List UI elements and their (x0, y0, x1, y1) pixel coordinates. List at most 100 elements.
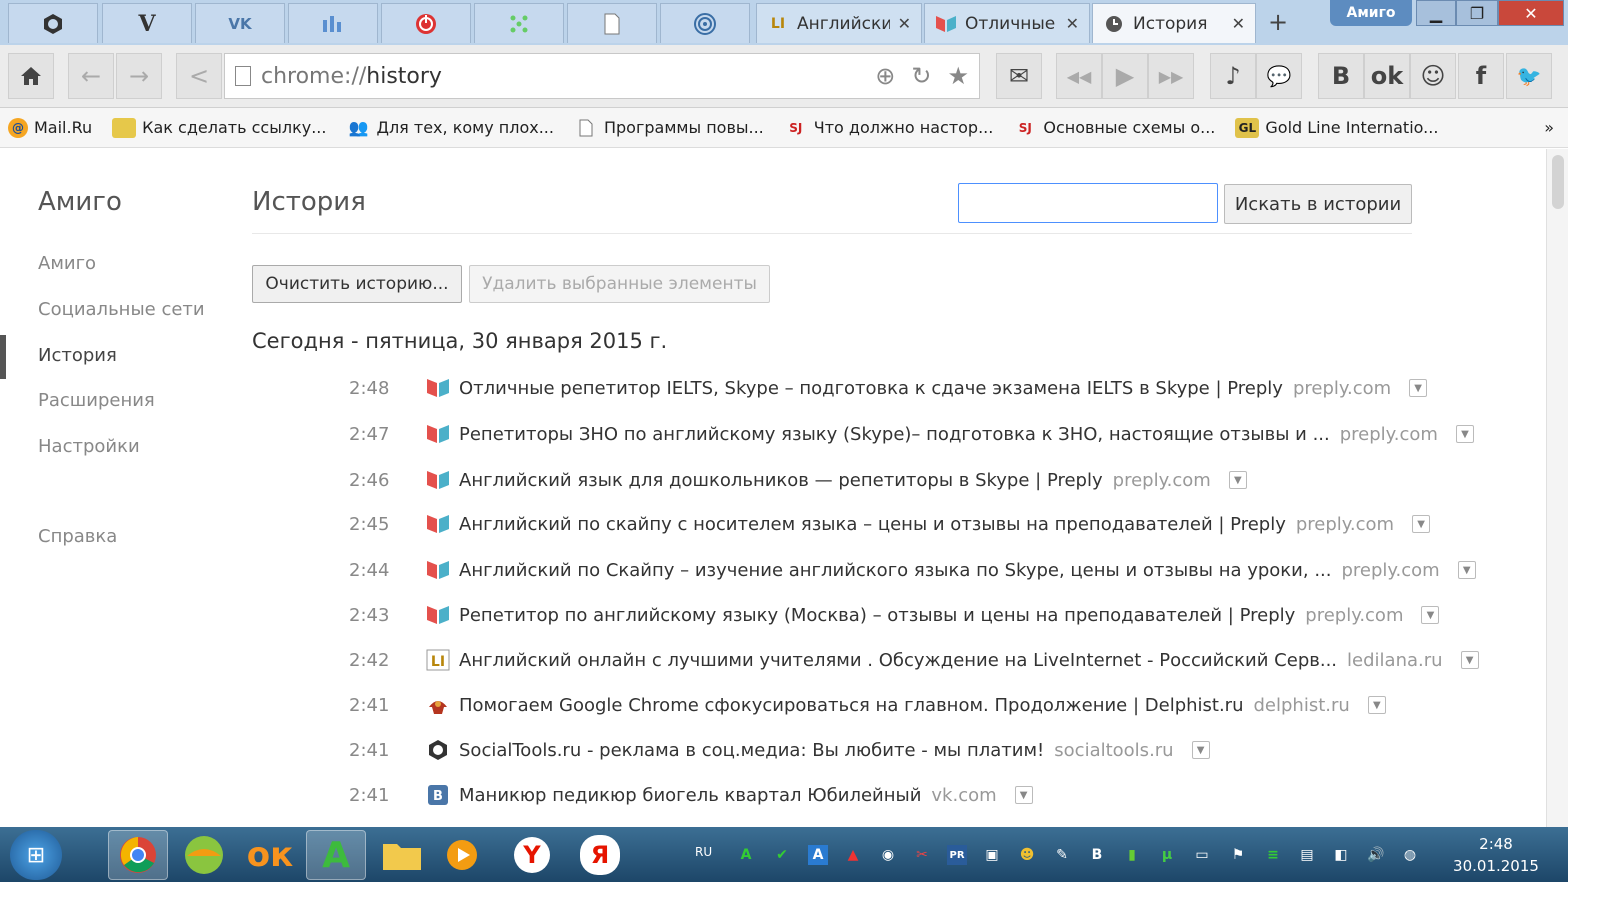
share-button[interactable]: < (176, 53, 222, 99)
language-indicator[interactable]: RU (695, 845, 712, 859)
bookmark-item[interactable]: @ Mail.Ru (8, 117, 92, 138)
pinned-tab-page[interactable] (567, 3, 657, 43)
sidebar-item-history[interactable]: История (38, 345, 117, 366)
new-tab-button[interactable]: + (1258, 6, 1298, 38)
pinned-tab-socialtools[interactable] (8, 3, 98, 43)
entry-menu-button[interactable]: ▼ (1460, 651, 1479, 669)
tray-amigo-icon[interactable]: A (736, 845, 756, 865)
entry-title-link[interactable]: Маникюр педикюр биогель квартал Юбилейны… (459, 785, 921, 806)
tray-network-icon[interactable]: ◉ (878, 845, 898, 865)
home-button[interactable] (8, 53, 54, 99)
flag-icon[interactable]: ⚑ (1228, 845, 1248, 865)
bookmark-item[interactable]: SJ Основные схемы о... (1013, 118, 1216, 138)
tray-pr-icon[interactable]: PR (947, 845, 967, 865)
tray-chat-icon[interactable]: ✎ (1052, 845, 1072, 865)
zoom-icon[interactable]: ⊕ (875, 62, 895, 90)
entry-title-link[interactable]: Отличные репетитор IELTS, Skype – подгот… (459, 378, 1283, 399)
taskbar-odnoklassniki[interactable]: ок (240, 830, 300, 880)
entry-domain[interactable]: socialtools.ru (1054, 740, 1173, 761)
taskbar-media-player[interactable] (432, 830, 492, 880)
back-button[interactable]: ← (68, 53, 114, 99)
taskbar-yandex[interactable]: Y (502, 830, 562, 880)
tray-wifi-icon[interactable]: ◍ (1400, 845, 1420, 865)
tray-green-icon[interactable]: ≡ (1263, 845, 1283, 865)
address-bar[interactable]: chrome:// history ⊕ ↻ ★ (224, 53, 980, 99)
moimir-button[interactable]: ☺ (1410, 53, 1456, 99)
entry-title-link[interactable]: Репетиторы ЗНО по английскому языку (Sky… (459, 424, 1330, 445)
scrollbar[interactable] (1546, 149, 1568, 827)
entry-title-link[interactable]: Английский по скайпу с носителем языка –… (459, 514, 1286, 535)
pinned-tab-v[interactable]: V (102, 3, 192, 43)
pinned-tab-dots[interactable] (474, 3, 564, 43)
tray-check-icon[interactable]: ✔ (772, 845, 792, 865)
entry-menu-button[interactable]: ▼ (1228, 471, 1247, 489)
sidebar-item-amigo[interactable]: Амиго (38, 253, 96, 274)
vk-button[interactable]: B (1318, 53, 1364, 99)
tray-people-icon[interactable]: ☻ (1017, 845, 1037, 865)
music-button[interactable]: ♪ (1210, 53, 1256, 99)
entry-menu-button[interactable]: ▼ (1191, 741, 1210, 759)
entry-menu-button[interactable]: ▼ (1409, 379, 1428, 397)
pinned-tab-chart[interactable] (288, 3, 378, 43)
taskbar-explorer[interactable] (372, 830, 432, 880)
odnoklassniki-button[interactable]: ok (1364, 53, 1410, 99)
minimize-button[interactable]: ▁ (1416, 0, 1456, 26)
start-button[interactable]: ⊞ (10, 830, 62, 880)
maximize-button[interactable]: ❐ (1456, 0, 1498, 26)
bookmarks-overflow-button[interactable]: » (1544, 118, 1554, 137)
star-icon[interactable]: ★ (947, 62, 969, 90)
bookmark-item[interactable]: 👥 Для тех, кому плох... (346, 118, 554, 138)
clear-history-button[interactable]: Очистить историю... (252, 265, 462, 303)
tab-preply[interactable]: Отличные р ✕ (924, 3, 1090, 43)
taskbar-chrome[interactable] (108, 830, 168, 880)
tray-bird-icon[interactable]: ▲ (843, 845, 863, 865)
sidebar-item-extensions[interactable]: Расширения (38, 390, 155, 411)
tab-close-icon[interactable]: ✕ (1066, 14, 1079, 33)
tray-monitor-icon[interactable]: ▭ (1192, 845, 1212, 865)
taskbar-amigo[interactable] (174, 830, 234, 880)
search-history-button[interactable]: Искать в истории (1224, 184, 1412, 224)
entry-domain[interactable]: preply.com (1293, 378, 1391, 399)
entry-domain[interactable]: preply.com (1113, 470, 1211, 491)
scrollbar-thumb[interactable] (1552, 155, 1564, 209)
entry-domain[interactable]: delphist.ru (1254, 695, 1350, 716)
clock[interactable]: 2:48 30.01.2015 (1450, 833, 1542, 877)
entry-menu-button[interactable]: ▼ (1367, 696, 1386, 714)
tray-a-icon[interactable]: A (808, 845, 828, 865)
entry-menu-button[interactable]: ▼ (1421, 606, 1440, 624)
entry-title-link[interactable]: SocialTools.ru - реклама в соц.медиа: Вы… (459, 740, 1044, 761)
sidebar-item-social[interactable]: Социальные сети (38, 299, 205, 320)
forward-button[interactable]: → (116, 53, 162, 99)
remove-selected-button[interactable]: Удалить выбранные элементы (469, 265, 770, 303)
bookmark-item[interactable]: Как сделать ссылку... (112, 117, 326, 138)
play-button[interactable]: ▶ (1102, 53, 1148, 99)
entry-domain[interactable]: preply.com (1340, 424, 1438, 445)
entry-title-link[interactable]: Английский язык для дошкольников — репет… (459, 470, 1103, 491)
tray-tool-icon[interactable]: ✂ (912, 845, 932, 865)
tray-phone-icon[interactable]: ▮ (1122, 845, 1142, 865)
tab-close-icon[interactable]: ✕ (898, 14, 911, 33)
bookmark-item[interactable]: SJ Что должно настор... (784, 118, 993, 138)
tray-usb-icon[interactable]: ◧ (1331, 845, 1351, 865)
reload-icon[interactable]: ↻ (911, 62, 931, 90)
entry-domain[interactable]: vk.com (931, 785, 996, 806)
tray-device-icon[interactable]: ▤ (1297, 845, 1317, 865)
mail-button[interactable]: ✉ (996, 53, 1042, 99)
tab-close-icon[interactable]: ✕ (1232, 14, 1245, 33)
entry-domain[interactable]: preply.com (1305, 605, 1403, 626)
pinned-tab-target[interactable] (660, 3, 750, 43)
entry-domain[interactable]: preply.com (1296, 514, 1394, 535)
tray-utorrent-icon[interactable]: µ (1157, 845, 1177, 865)
tab-history[interactable]: История ✕ (1092, 3, 1256, 43)
entry-title-link[interactable]: Английский по Скайпу – изучение английск… (459, 560, 1332, 581)
volume-icon[interactable]: 🔊 (1366, 845, 1386, 865)
entry-menu-button[interactable]: ▼ (1412, 515, 1431, 533)
next-track-button[interactable]: ▶▶ (1148, 53, 1194, 99)
search-input[interactable] (958, 183, 1218, 223)
entry-title-link[interactable]: Английский онлайн с лучшими учителями . … (459, 650, 1337, 671)
close-window-button[interactable]: ✕ (1498, 0, 1564, 26)
pinned-tab-vk[interactable]: VK (195, 3, 285, 43)
entry-menu-button[interactable]: ▼ (1014, 786, 1033, 804)
tab-english[interactable]: LI Английски ✕ (756, 3, 922, 43)
twitter-button[interactable]: 🐦 (1506, 53, 1552, 99)
